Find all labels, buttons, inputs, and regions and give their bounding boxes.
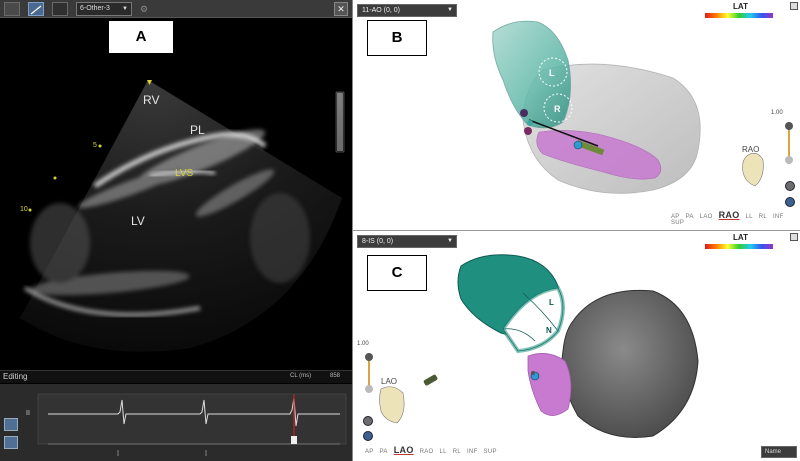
view-strip-b: AP PA LAO RAO LL RL INF SUP [671,210,800,226]
view-ll-c[interactable]: LL [439,449,446,455]
map-select-c[interactable]: 8-IS (0, 0) ▼ [357,235,457,248]
measure-tool-button[interactable] [28,2,44,16]
rotate-button-c[interactable] [363,416,373,426]
name-select-value: Name [765,449,782,455]
ecg-strip: II [0,384,352,461]
echo-status-bar: Editing CL (ms) 858 [0,370,352,383]
settings-icon[interactable]: ⚙ [140,3,154,15]
close-button[interactable] [790,233,798,241]
view-inf[interactable]: INF [773,214,784,220]
chevron-down-icon: ▼ [447,238,453,244]
lat-legend-title: LAT [733,2,748,11]
scale-value: 1.00 [771,110,783,116]
panel-label-b: B [367,20,427,56]
cusp-r-label: R [554,104,561,114]
cusp-l-label: L [549,68,555,78]
view-sup[interactable]: SUP [671,220,684,226]
echo-panel: 6-Other-3 ▼ ⚙ ✕ A RV PL LV LVS 5 10 Edit… [0,0,352,461]
cusp-l-label-c: L [549,298,554,307]
scale-handle-lower-c[interactable] [365,385,373,393]
ventricle-shell-dark [561,289,699,438]
reset-view-button[interactable] [785,197,795,207]
lvs-chamber-c [527,353,572,416]
cusp-r-label-c: R [523,339,529,348]
pl-label: PL [190,123,205,137]
panel-label-a: A [108,20,174,54]
preset-select-value: 6-Other-3 [80,5,110,12]
view-inf-c[interactable]: INF [467,449,478,455]
depth-mark-5: 5 [93,142,97,149]
toolbar-tool-button[interactable] [4,2,20,16]
lvs-label: LVS [175,168,194,179]
map-select-b[interactable]: 11-AO (0, 0) ▼ [357,4,457,17]
reset-view-button-c[interactable] [363,431,373,441]
close-button[interactable]: ✕ [334,2,348,16]
app-root: 6-Other-3 ▼ ⚙ ✕ A RV PL LV LVS 5 10 Edit… [0,0,800,461]
cl-label: CL (ms) [290,373,312,379]
ecg-trace [37,393,347,456]
scale-handle-lower[interactable] [785,156,793,164]
view-lao-c[interactable]: LAO [394,445,414,455]
view-sup-c[interactable]: SUP [484,449,497,455]
depth-mark-10: 10 [20,206,28,213]
lat-color-bar-c [705,244,773,249]
map-panel-c: L N R 8-IS (0, 0) ▼ LAT C LAO 1.00 AP PA… [352,231,800,461]
close-button[interactable] [790,2,798,10]
lv-label: LV [131,214,145,228]
chevron-down-icon: ▼ [447,7,453,13]
echo-image [20,80,345,352]
map-select-c-value: 8-IS (0, 0) [362,238,394,245]
view-ap-c[interactable]: AP [365,449,374,455]
cusp-n-label-c: N [546,326,552,335]
view-orientation-label: RAO [742,145,760,154]
camera-tool-button[interactable] [52,2,68,16]
echo-toolbar: 6-Other-3 ▼ ⚙ ✕ [0,0,352,18]
orientation-torso-c [379,386,405,424]
view-rl-c[interactable]: RL [453,449,461,455]
mode-label: Editing [3,372,28,381]
lat-color-bar [705,13,773,18]
view-strip-c: AP PA LAO RAO LL RL INF SUP [365,445,501,455]
view-pa[interactable]: PA [686,214,694,220]
view-rao[interactable]: RAO [719,210,740,220]
view-pa-c[interactable]: PA [380,449,388,455]
preset-select[interactable]: 6-Other-3 ▼ [76,2,132,16]
name-select[interactable]: Name [761,446,797,458]
view-lao[interactable]: LAO [700,214,713,220]
cl-value: 858 [330,373,341,379]
orientation-torso [742,153,764,187]
rv-label: RV [143,93,160,107]
view-orientation-label-c: LAO [381,377,398,386]
panel-label-c: C [367,255,427,291]
view-rao-c[interactable]: RAO [420,449,434,455]
scale-handle-c[interactable] [365,353,373,361]
scale-slider[interactable]: 1.00 [771,100,795,210]
map-panel-b: L R 11-AO (0, 0) ▼ LAT B RAO 1.00 AP PA … [352,0,800,231]
view-rl[interactable]: RL [759,214,767,220]
measure-icon [30,5,42,15]
view-ll[interactable]: LL [745,214,752,220]
rotate-button[interactable] [785,181,795,191]
map-select-b-value: 11-AO (0, 0) [362,7,400,14]
lat-legend-title-c: LAT [733,233,748,242]
scale-handle[interactable] [785,122,793,130]
scale-value-c: 1.00 [357,341,369,347]
chevron-down-icon: ▼ [122,6,128,12]
